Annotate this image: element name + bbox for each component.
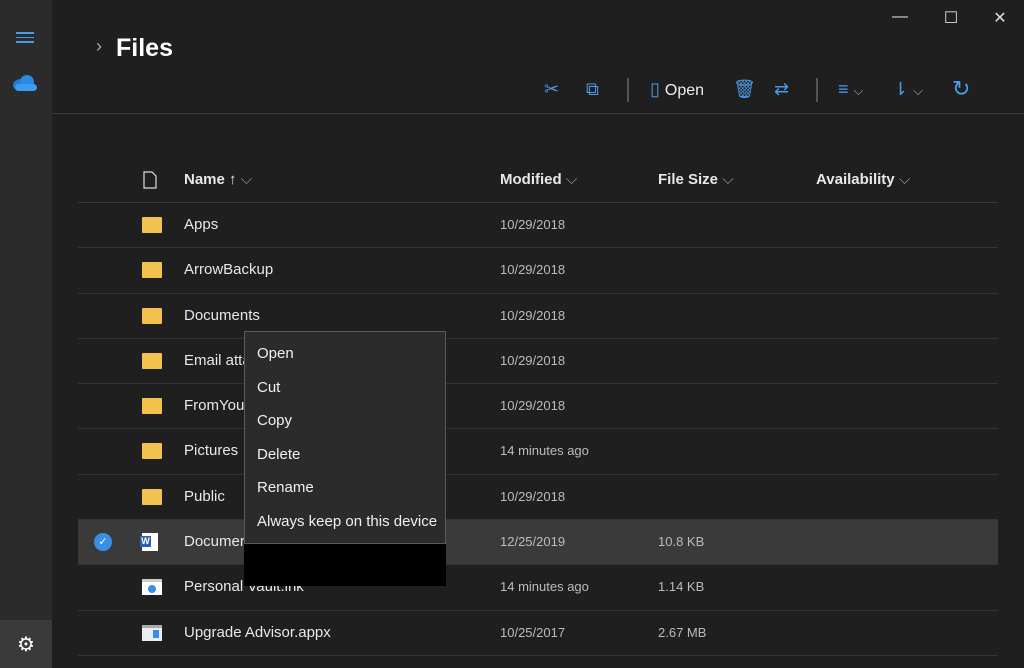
file-name: Documer bbox=[184, 533, 245, 551]
file-modified: 14 minutes ago bbox=[500, 443, 589, 459]
folder-icon bbox=[142, 352, 162, 369]
file-name: Documents bbox=[184, 306, 260, 324]
table-row[interactable]: Email atta 10/29/2018 bbox=[78, 339, 998, 385]
table-row[interactable]: Personal Vault.lnk 14 minutes ago 1.14 KB bbox=[78, 565, 998, 611]
table-row[interactable]: ✓ W Documer 12/25/2019 10.8 KB bbox=[78, 520, 998, 566]
chevron-down-icon: ⌵ bbox=[722, 171, 734, 188]
folder-icon bbox=[142, 443, 162, 460]
file-name: Upgrade Advisor.appx bbox=[184, 623, 331, 641]
open-button[interactable]: ▯ Open bbox=[650, 78, 704, 102]
view-options-button[interactable]: ≡ ⌵ bbox=[838, 78, 863, 102]
toolbar-divider bbox=[816, 78, 818, 102]
file-modified: 10/29/2018 bbox=[500, 488, 566, 504]
file-name: Pictures bbox=[184, 442, 239, 460]
file-modified: 14 minutes ago bbox=[500, 579, 589, 595]
file-modified: 10/29/2018 bbox=[500, 352, 566, 368]
context-menu: Open Cut Copy Delete Rename Always keep on th… bbox=[244, 331, 446, 544]
chevron-down-icon: ⌵ bbox=[913, 83, 923, 98]
rename-icon[interactable]: ⇄ bbox=[774, 78, 789, 100]
chevron-down-icon: ⌵ bbox=[565, 171, 578, 188]
onedrive-cloud-icon[interactable] bbox=[12, 74, 38, 92]
close-button[interactable]: ✕ bbox=[990, 8, 1010, 28]
file-name: ArrowBackup bbox=[184, 261, 274, 279]
table-row[interactable]: FromYour 10/29/2018 bbox=[78, 384, 998, 430]
chevron-down-icon: ⌵ bbox=[853, 83, 864, 98]
folder-icon bbox=[142, 307, 162, 324]
table-row[interactable]: Public 10/29/2018 bbox=[78, 475, 998, 521]
column-header-row: Name ↑ ⌵ Modified ⌵ File Size ⌵ Availabi… bbox=[78, 157, 998, 203]
folder-icon bbox=[142, 217, 162, 233]
column-file-size[interactable]: File Size ⌵ bbox=[658, 171, 734, 188]
open-label: Open bbox=[664, 82, 705, 99]
table-row[interactable]: Documents 10/29/2018 bbox=[78, 294, 998, 339]
file-modified: 12/25/2019 bbox=[500, 534, 566, 550]
file-name: Email atta bbox=[184, 351, 251, 369]
chevron-down-icon: ⌵ bbox=[240, 171, 253, 188]
file-name: Apps bbox=[184, 216, 219, 233]
redacted-area bbox=[244, 544, 446, 586]
chevron-down-icon: ⌵ bbox=[898, 171, 911, 188]
app-package-icon bbox=[142, 624, 162, 641]
file-modified: 10/25/2017 bbox=[500, 624, 566, 640]
context-menu-item[interactable]: Always keep on this device bbox=[245, 508, 445, 542]
open-icon: ▯ bbox=[650, 79, 660, 99]
sort-button[interactable]: ⇂ ⌵ bbox=[893, 78, 923, 102]
column-modified[interactable]: Modified ⌵ bbox=[500, 171, 577, 188]
copy-icon[interactable]: ⧉ bbox=[586, 78, 599, 100]
file-size: 10.8 KB bbox=[658, 534, 705, 550]
selected-check-icon[interactable]: ✓ bbox=[94, 533, 112, 552]
context-menu-item[interactable]: Copy bbox=[245, 407, 445, 441]
folder-icon bbox=[142, 262, 162, 279]
file-list: Name ↑ ⌵ Modified ⌵ File Size ⌵ Availabi… bbox=[78, 157, 998, 656]
sort-icon: ⇂ bbox=[893, 79, 909, 99]
file-type-icon bbox=[143, 171, 157, 189]
file-modified: 10/29/2018 bbox=[500, 217, 566, 232]
page-title: Files bbox=[116, 34, 173, 62]
cut-icon[interactable]: ✂ bbox=[544, 78, 559, 100]
toolbar-divider bbox=[627, 78, 629, 102]
breadcrumb-chevron-icon[interactable]: › bbox=[96, 36, 102, 57]
folder-icon bbox=[142, 488, 162, 505]
context-menu-item[interactable]: Cut bbox=[245, 374, 445, 408]
folder-icon bbox=[142, 398, 162, 415]
delete-icon[interactable]: 🗑 bbox=[733, 78, 756, 100]
header-divider bbox=[52, 113, 1024, 114]
file-modified: 10/29/2018 bbox=[500, 398, 566, 414]
table-row[interactable]: Pictures 14 minutes ago bbox=[78, 429, 998, 475]
minimize-button[interactable]: — bbox=[890, 8, 910, 26]
table-row[interactable]: Upgrade Advisor.appx 10/25/2017 2.67 MB bbox=[78, 611, 998, 656]
word-document-icon: W bbox=[140, 533, 158, 552]
table-row[interactable]: ArrowBackup 10/29/2018 bbox=[78, 248, 998, 294]
context-menu-item[interactable]: Open bbox=[245, 340, 445, 374]
refresh-icon[interactable]: ↻ bbox=[952, 78, 970, 100]
file-modified: 10/29/2018 bbox=[500, 307, 566, 323]
view-icon: ≡ bbox=[838, 79, 849, 99]
column-availability[interactable]: Availability ⌵ bbox=[816, 171, 910, 188]
file-size: 1.14 KB bbox=[658, 579, 705, 595]
file-size: 2.67 MB bbox=[658, 624, 707, 640]
hamburger-menu-icon[interactable] bbox=[16, 32, 34, 44]
column-name[interactable]: Name ↑ ⌵ bbox=[184, 171, 252, 188]
maximize-button[interactable]: ☐ bbox=[941, 8, 961, 28]
settings-gear-icon[interactable]: ⚙ bbox=[0, 620, 52, 668]
context-menu-item[interactable]: Rename bbox=[245, 474, 445, 508]
table-row[interactable]: Apps 10/29/2018 bbox=[78, 203, 998, 249]
file-name: Public bbox=[184, 487, 225, 505]
link-file-icon bbox=[142, 579, 162, 596]
file-modified: 10/29/2018 bbox=[500, 262, 566, 278]
context-menu-item[interactable]: Delete bbox=[245, 441, 445, 475]
file-name: FromYour bbox=[184, 397, 250, 415]
sidebar: ⚙ bbox=[0, 0, 52, 668]
